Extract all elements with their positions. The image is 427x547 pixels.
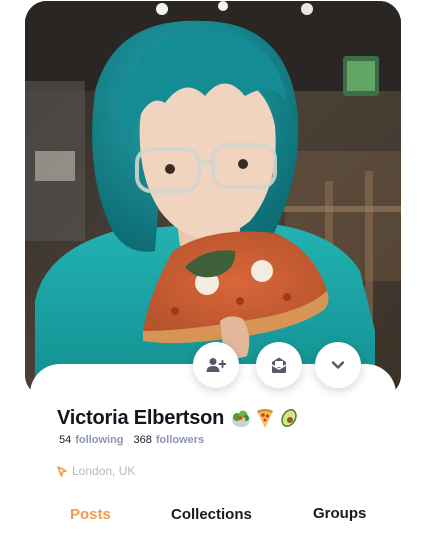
following-label[interactable]: following <box>75 434 123 446</box>
profile-cover-photo <box>25 1 401 397</box>
following-count: 54 <box>59 434 72 446</box>
add-friend-button[interactable] <box>193 342 239 388</box>
add-user-icon <box>206 358 226 372</box>
profile-page: Victoria Elbertson 54 following 368 foll… <box>0 0 427 547</box>
location-text: London, UK <box>72 464 136 478</box>
salad-emoji <box>232 410 251 427</box>
message-button[interactable] <box>256 342 302 388</box>
location-pin-icon <box>57 465 67 477</box>
tab-posts[interactable]: Posts <box>70 506 111 523</box>
tab-groups[interactable]: Groups <box>313 505 366 522</box>
avocado-emoji <box>281 409 297 427</box>
chevron-down-icon <box>331 361 345 369</box>
tab-collections[interactable]: Collections <box>171 506 252 523</box>
more-options-button[interactable] <box>315 342 361 388</box>
message-inbox-icon <box>271 357 287 373</box>
followers-count: 368 <box>133 434 152 446</box>
profile-stats: 54 following 368 followers <box>59 434 204 446</box>
profile-location: London, UK <box>57 464 135 478</box>
cover-photo-illustration <box>25 1 401 397</box>
profile-name: Victoria Elbertson <box>57 406 225 429</box>
pizza-emoji <box>257 409 274 428</box>
followers-label[interactable]: followers <box>156 434 204 446</box>
profile-name-row: Victoria Elbertson <box>57 404 300 432</box>
profile-emojis <box>230 407 300 429</box>
